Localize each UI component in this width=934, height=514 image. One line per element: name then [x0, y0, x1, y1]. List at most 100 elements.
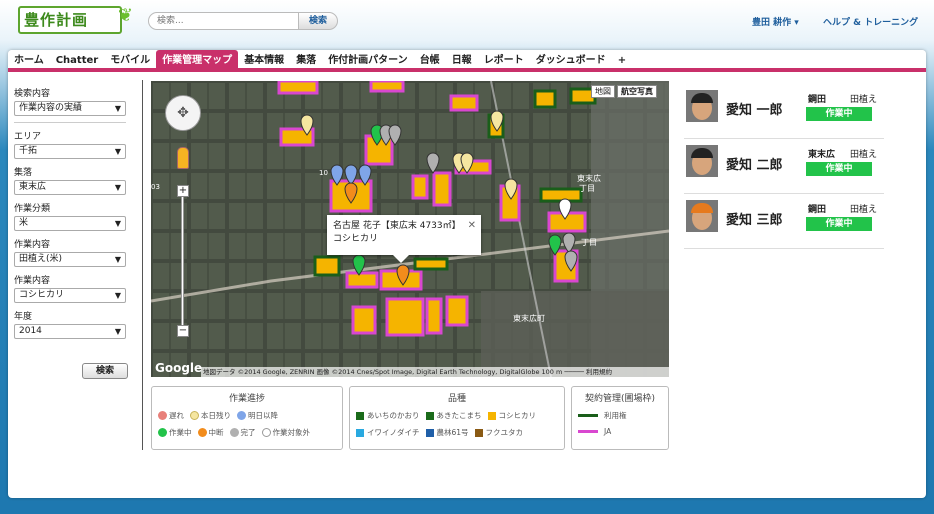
area-select[interactable]: 千拓 ▼ [14, 144, 126, 159]
zoom-in-button[interactable]: + [177, 185, 189, 197]
user-menu[interactable]: 豊田 耕作 ▾ [752, 15, 799, 28]
tab-village[interactable]: 集落 [290, 50, 322, 72]
legend-item-koshihikari: コシヒカリ [487, 410, 536, 421]
chevron-down-icon: ▼ [114, 219, 121, 228]
road-number-label: 03 [151, 183, 160, 191]
legend-item-akita: あきたこまち [425, 410, 482, 421]
tab-chatter[interactable]: Chatter [50, 50, 104, 72]
tab-ledger[interactable]: 台帳 [414, 50, 446, 72]
tab-planting-pattern[interactable]: 作付計画パターン [322, 50, 414, 72]
legend-variety: 品種 あいちのかおり あきたこまち コシヒカリ イワイノダイチ 農林61号 フク… [349, 386, 565, 450]
tab-dashboard[interactable]: ダッシュボード [530, 50, 612, 72]
legend-title: 品種 [447, 394, 466, 404]
zoom-track[interactable] [181, 193, 184, 329]
google-logo: Google [155, 361, 203, 375]
chevron-down-icon: ▼ [114, 183, 121, 192]
worker-card[interactable]: 愛知 一郎 鋼田 田植え 作業中 [684, 84, 884, 139]
chevron-down-icon: ▼ [114, 291, 121, 300]
satellite-map[interactable]: 東末広 丁目 丁目 東末広町 10 03 ✥ + − 地図 航空写真 名古屋 花… [151, 81, 669, 377]
worker-card[interactable]: 愛知 二郎 東末広 田植え 作業中 [684, 139, 884, 194]
worker-location: 鋼田 [808, 95, 827, 105]
legend-item-fukuyutaka: フクユタカ [474, 427, 523, 438]
zoom-slider[interactable]: + − [177, 185, 189, 337]
legend-item-usage-right: 利用権 [578, 410, 627, 421]
variety-select[interactable]: コシヒカリ ▼ [14, 288, 126, 303]
help-link[interactable]: ヘルプ & トレーニング [823, 15, 918, 28]
status-badge: 作業中 [806, 107, 872, 121]
worker-name: 愛知 一郎 [726, 103, 783, 118]
worker-name: 愛知 三郎 [726, 213, 783, 228]
tab-home[interactable]: ホーム [8, 50, 50, 72]
worker-location: 東末広 [808, 150, 836, 160]
variety-label: 作業内容 [14, 276, 51, 286]
tab-basic-info[interactable]: 基本情報 [238, 50, 290, 72]
legend-item-iwai: イワイノダイチ [356, 427, 420, 438]
search-input[interactable] [148, 12, 300, 30]
town-label: 丁目 [579, 184, 595, 193]
zoom-out-button[interactable]: − [177, 325, 189, 337]
legend-item-today: 本日残り [190, 410, 231, 421]
satellite-type-button[interactable]: 航空写真 [617, 85, 657, 98]
map-attribution: 地図データ ©2014 Google, ZENRIN 画像 ©2014 Cnes… [201, 367, 669, 377]
chevron-down-icon: ▼ [114, 104, 121, 113]
town-label: 東末広町 [513, 313, 545, 323]
info-title: 名古屋 花子【東広末 4733㎡】 [333, 221, 461, 231]
street-view-pegman-icon[interactable] [177, 147, 189, 169]
worker-location: 鋼田 [808, 205, 827, 215]
legend-item-tomorrow: 明日以降 [237, 410, 278, 421]
worker-list: 愛知 一郎 鋼田 田植え 作業中 愛知 二郎 東末広 田植え 作業中 愛知 三郎… [684, 84, 884, 249]
info-window: 名古屋 花子【東広末 4733㎡】 コシヒカリ ✕ [327, 215, 481, 263]
town-label: 東末広 [577, 173, 601, 183]
tab-mobile[interactable]: モバイル [104, 50, 156, 72]
info-variety: コシヒカリ [333, 234, 379, 244]
app-logo[interactable]: 豊作計画 ❦ [18, 5, 133, 34]
worker-task: 田植え [850, 205, 878, 215]
divider [14, 122, 126, 123]
map-type-button[interactable]: 地図 [591, 85, 615, 98]
worker-card[interactable]: 愛知 三郎 鋼田 田植え 作業中 [684, 194, 884, 249]
legend-contract: 契約管理(圃場枠) 利用権 JA [571, 386, 669, 450]
avatar [686, 145, 718, 177]
status-badge: 作業中 [806, 162, 872, 176]
legend-progress: 作業進捗 遅れ 本日残り 明日以降 作業中 中断 完了 作業対象外 [151, 386, 343, 450]
close-icon[interactable]: ✕ [468, 219, 476, 232]
search-type-select[interactable]: 作業内容の実績 ▼ [14, 101, 126, 116]
legend-title: 作業進捗 [228, 394, 265, 404]
legend-item-aichi: あいちのかおり [356, 410, 420, 421]
legend-item-ja: JA [578, 427, 611, 436]
search-type-label: 検索内容 [14, 89, 51, 99]
tab-add[interactable]: + [612, 50, 632, 72]
avatar [686, 200, 718, 232]
work-content-label: 作業内容 [14, 240, 51, 250]
chevron-down-icon: ▼ [114, 327, 121, 336]
main-frame: ホーム Chatter モバイル 作業管理マップ 基本情報 集落 作付計画パター… [8, 50, 926, 498]
tab-daily-report[interactable]: 日報 [446, 50, 478, 72]
tab-work-map[interactable]: 作業管理マップ [156, 50, 239, 72]
chevron-down-icon: ▼ [114, 255, 121, 264]
legend-item-done: 完了 [229, 427, 256, 438]
pan-control[interactable]: ✥ [165, 95, 201, 131]
filter-search-button[interactable]: 検索 [82, 363, 128, 379]
chevron-down-icon: ▼ [114, 147, 121, 156]
legend-item-norin61: 農林61号 [425, 427, 469, 438]
search-button[interactable]: 検索 [298, 12, 338, 30]
avatar [686, 90, 718, 122]
worker-name: 愛知 二郎 [726, 158, 783, 173]
worker-task: 田植え [850, 150, 878, 160]
tab-report[interactable]: レポート [478, 50, 530, 72]
area-label: エリア [14, 132, 42, 142]
year-select[interactable]: 2014 ▼ [14, 324, 126, 339]
town-label: 丁目 [581, 238, 597, 247]
leaf-icon: ❦ [117, 5, 134, 26]
divider [142, 80, 143, 450]
village-select[interactable]: 東末広 ▼ [14, 180, 126, 195]
legend-item-paused: 中断 [197, 427, 224, 438]
work-content-select[interactable]: 田植え(米) ▼ [14, 252, 126, 267]
tab-bar: ホーム Chatter モバイル 作業管理マップ 基本情報 集落 作付計画パター… [8, 50, 926, 72]
legend-item-excluded: 作業対象外 [261, 427, 310, 438]
work-category-select[interactable]: 米 ▼ [14, 216, 126, 231]
legend-item-delayed: 遅れ [158, 410, 184, 421]
year-label: 年度 [14, 312, 33, 322]
filter-sidebar: 検索内容 作業内容の実績 ▼ エリア 千拓 ▼ 集落 東末広 ▼ 作業分類 米 ▼ 作業… [14, 80, 130, 379]
road-number-label: 10 [319, 169, 328, 177]
